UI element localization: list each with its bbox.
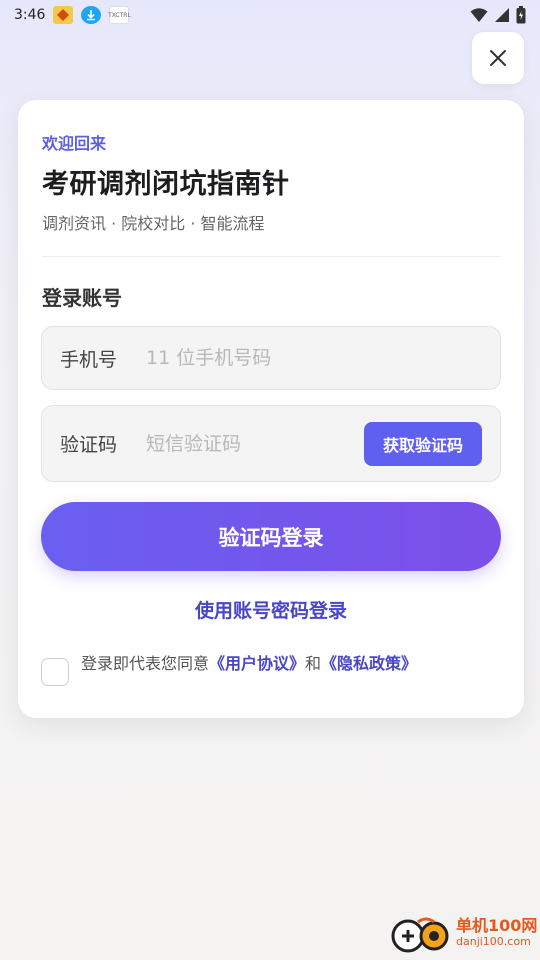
watermark-text: 单机100网 danji100.com [456,918,537,950]
get-code-button[interactable]: 获取验证码 [364,421,482,466]
wifi-icon [470,8,488,22]
signal-icon [495,8,509,22]
welcome-text: 欢迎回来 [42,134,107,153]
page-title: 考研调剂闭坑指南针 [42,169,290,200]
status-indicators [470,6,526,24]
agreement-text: 登录即代表您同意《用户协议》和《隐私政策》 [81,654,417,674]
page-subtitle: 调剂资讯 · 院校对比 · 智能流程 [42,214,265,233]
agreement-row: 登录即代表您同意《用户协议》和《隐私政策》 [41,654,417,686]
close-icon [490,50,506,66]
status-time: 3:46 [14,7,46,23]
watermark-logo-icon [388,914,452,954]
agreement-and: 和 [305,654,322,673]
watermark-domain: danji100.com [456,935,531,948]
code-input[interactable] [146,432,364,455]
watermark-name: 单机100网 [456,916,538,935]
phone-field: 手机号 [41,326,501,390]
privacy-link[interactable]: 《隐私政策》 [321,654,417,673]
watermark: 单机100网 danji100.com [388,914,537,954]
login-card: 欢迎回来 考研调剂闭坑指南针 调剂资讯 · 院校对比 · 智能流程 登录账号 手… [18,100,524,718]
download-icon [81,6,102,24]
phone-input[interactable] [146,347,482,369]
agreement-checkbox[interactable] [41,658,69,686]
section-title: 登录账号 [42,286,122,310]
app-badge-icon: TXCTRL [108,6,131,24]
login-button[interactable]: 验证码登录 [41,502,501,571]
app-notification-icon [53,6,74,24]
password-login-link[interactable]: 使用账号密码登录 [18,596,524,623]
terms-link[interactable]: 《用户协议》 [209,654,305,673]
code-field: 验证码 获取验证码 [41,405,501,482]
phone-label: 手机号 [60,348,118,371]
status-bar: 3:46 TXCTRL [0,0,540,30]
divider [42,256,500,257]
battery-icon [516,6,526,24]
close-button[interactable] [472,32,524,84]
code-label: 验证码 [60,434,118,456]
agreement-prefix: 登录即代表您同意 [81,654,210,673]
